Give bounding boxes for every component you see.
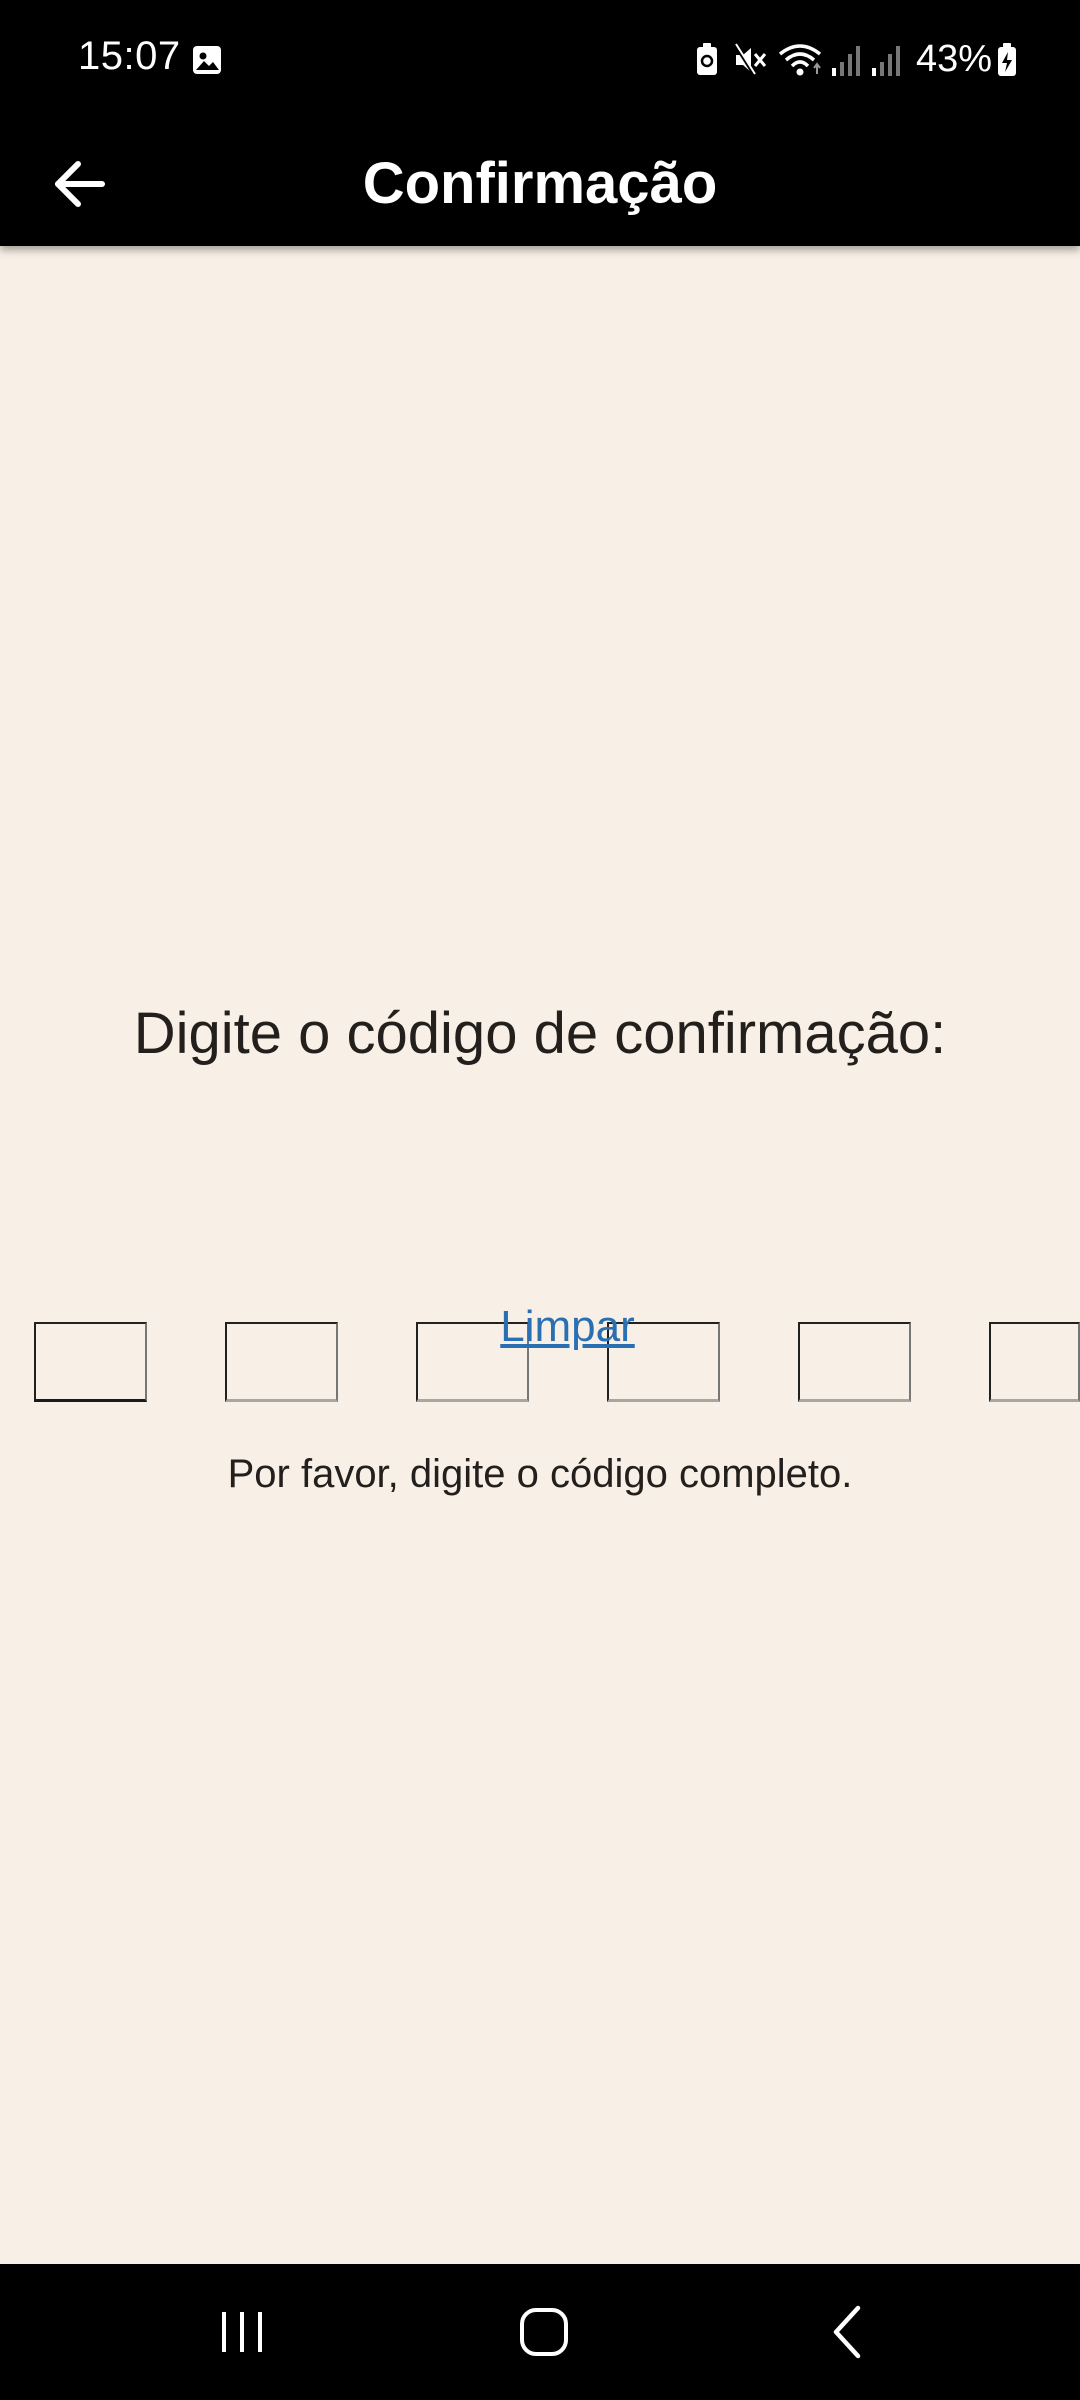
- code-prompt: Digite o código de confirmação:: [133, 1001, 947, 1066]
- system-nav-bar: [0, 2264, 1080, 2400]
- wifi-icon: [778, 44, 822, 76]
- page-title: Confirmação: [362, 151, 718, 216]
- back-icon: [833, 2305, 861, 2359]
- arrow-left-icon: [55, 161, 105, 207]
- clear-link-wrapper: Limpar: [0, 1302, 1080, 1352]
- nav-back-button[interactable]: [804, 2288, 892, 2376]
- image-icon: [193, 46, 221, 74]
- app-bar: Confirmação: [0, 122, 1080, 246]
- battery-charging-icon: [998, 43, 1016, 76]
- battery-saver-icon: [697, 43, 717, 75]
- signal-icon-2: [872, 46, 900, 76]
- back-button[interactable]: [36, 140, 124, 228]
- recents-button[interactable]: [198, 2288, 286, 2376]
- confirmation-content: Digite o código de confirmação: Limpar P…: [0, 246, 1080, 2264]
- home-button[interactable]: [500, 2288, 588, 2376]
- home-icon: [520, 2308, 568, 2356]
- recents-icon: [222, 2312, 262, 2352]
- status-time: 15:07: [78, 34, 181, 78]
- battery-percentage: 43%: [916, 38, 993, 80]
- status-bar: 15:07 43%: [0, 0, 1080, 122]
- signal-icon: [832, 46, 860, 76]
- validation-message: Por favor, digite o código completo.: [227, 1452, 853, 1496]
- clear-link[interactable]: Limpar: [500, 1302, 635, 1351]
- mute-icon: [733, 43, 767, 76]
